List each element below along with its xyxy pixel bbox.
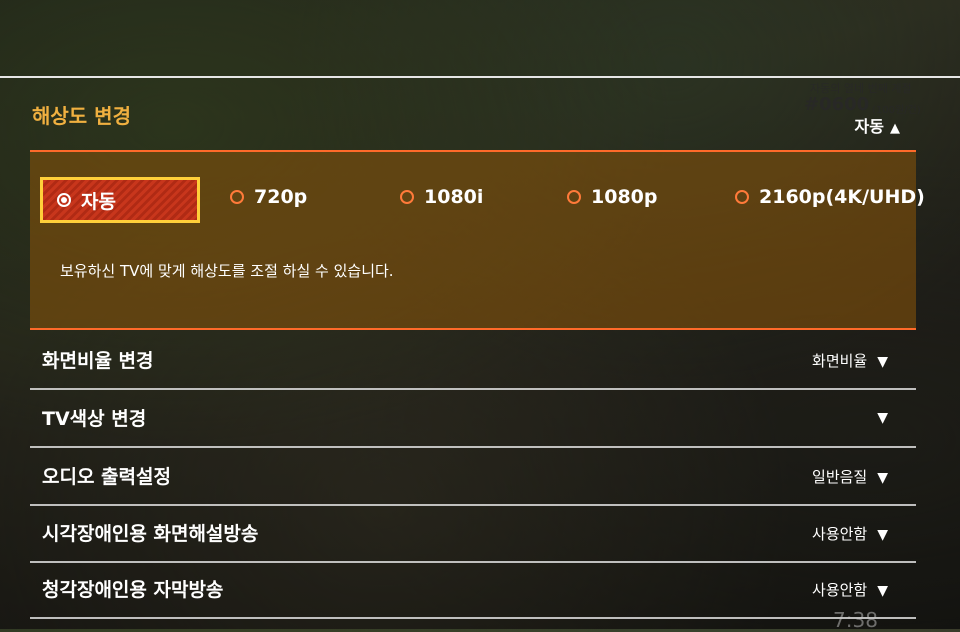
resolution-title: 해상도 변경 (32, 104, 131, 128)
option-label: 2160p(4K/UHD) (759, 186, 925, 208)
triangle-down-icon: ▼ (877, 527, 888, 543)
triangle-down-icon: ▼ (877, 583, 888, 599)
menu-row-tv-color[interactable]: TV색상 변경 ▼ (30, 390, 916, 448)
menu-row-audio-description[interactable]: 시각장애인용 화면해설방송 사용안함 ▼ (30, 505, 916, 563)
resolution-option-2160p[interactable]: 2160p(4K/UHD) (735, 180, 925, 214)
row-label: 시각장애인용 화면해설방송 (42, 523, 259, 545)
top-divider (0, 76, 960, 78)
resolution-option-1080p[interactable]: 1080p (567, 180, 657, 214)
row-label: 청각장애인용 자막방송 (42, 579, 224, 601)
row-value-dropdown[interactable]: ▼ (867, 408, 888, 426)
menu-row-aspect-ratio[interactable]: 화면비율 변경 화면비율 ▼ (30, 332, 916, 390)
resolution-option-1080i[interactable]: 1080i (400, 180, 483, 214)
row-label: TV색상 변경 (42, 408, 147, 430)
radio-icon (735, 190, 749, 204)
menu-row-closed-caption[interactable]: 청각장애인용 자막방송 사용안함 ▼ (30, 561, 916, 619)
row-value-dropdown[interactable]: 사용안함 ▼ (812, 579, 888, 600)
row-value: 사용안함 (812, 581, 868, 599)
radio-icon (567, 190, 581, 204)
row-label: 오디오 출력설정 (42, 466, 171, 488)
option-label: 720p (254, 186, 308, 208)
row-value-dropdown[interactable]: 일반음질 ▼ (812, 466, 888, 487)
clock: 7:38 (833, 608, 878, 632)
triangle-down-icon: ▼ (877, 410, 888, 426)
resolution-option-auto[interactable]: 자동 (40, 177, 200, 223)
resolution-current-value: 자동 (854, 117, 884, 136)
radio-selected-icon (57, 193, 71, 207)
option-label: 1080p (591, 186, 658, 208)
resolution-options-panel: 자동 720p 1080i 1080p 2160p(4K/UHD) 보유하신 T… (30, 150, 925, 330)
menu-row-audio-output[interactable]: 오디오 출력설정 일반음질 ▼ (30, 448, 916, 506)
resolution-description: 보유하신 TV에 맞게 해상도를 조절 하실 수 있습니다. (60, 262, 394, 280)
option-label: 자동 (81, 190, 116, 213)
row-value-dropdown[interactable]: 화면비율 ▼ (812, 350, 888, 371)
channel-number: #0600 (804, 94, 870, 115)
row-value: 일반음질 (812, 468, 868, 486)
option-label: 1080i (424, 186, 484, 208)
row-value: 화면비율 (812, 352, 868, 370)
triangle-up-icon: ▲ (890, 121, 900, 136)
triangle-down-icon: ▼ (877, 470, 888, 486)
resolution-option-720p[interactable]: 720p (230, 180, 307, 214)
radio-icon (400, 190, 414, 204)
row-value: 사용안함 (812, 525, 868, 543)
radio-icon (230, 190, 244, 204)
row-value-dropdown[interactable]: 사용안함 ▼ (812, 523, 888, 544)
triangle-down-icon: ▼ (877, 354, 888, 370)
resolution-dropdown-toggle[interactable]: 자동 ▲ (855, 113, 900, 137)
row-label: 화면비율 변경 (42, 350, 154, 372)
